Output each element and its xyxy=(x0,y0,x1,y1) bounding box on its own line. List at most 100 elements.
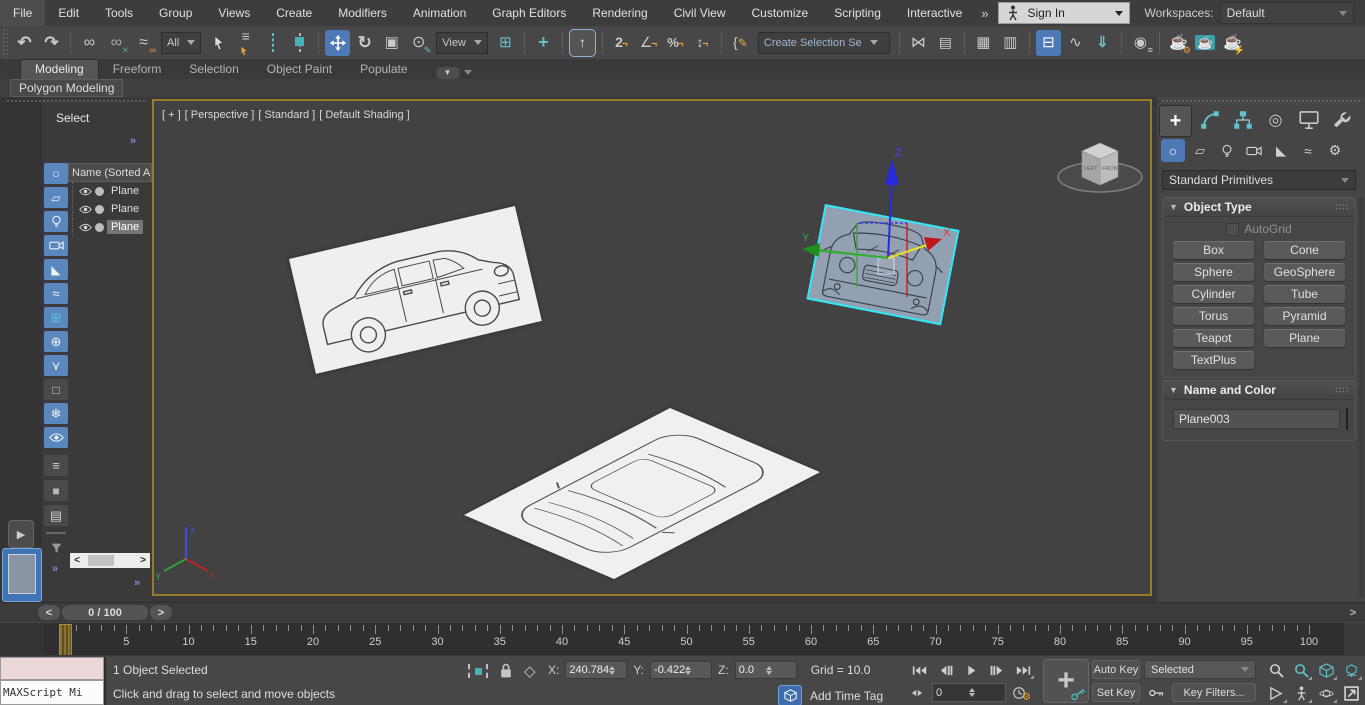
viewport-label-renderer[interactable]: [ Standard ] xyxy=(258,109,315,121)
z-coordinate-field[interactable]: 0.0 xyxy=(735,661,797,679)
next-frame-button[interactable]: > xyxy=(150,605,172,620)
sort-list-icon[interactable]: ≡ xyxy=(44,455,68,476)
create-sphere-button[interactable]: Sphere xyxy=(1173,263,1254,281)
select-place-icon[interactable]: ⊙✎ xyxy=(406,30,431,56)
select-manipulate-icon[interactable]: + xyxy=(531,30,556,56)
sign-in-button[interactable]: Sign In xyxy=(998,2,1130,24)
create-plane-button[interactable]: Plane xyxy=(1264,329,1345,347)
y-coordinate-field[interactable]: -0.422 xyxy=(650,661,712,679)
percent-snap-icon[interactable]: %¬ xyxy=(663,30,688,56)
eye-icon[interactable] xyxy=(79,205,92,214)
category-cameras[interactable] xyxy=(1242,139,1266,162)
ribbon-tab-populate[interactable]: Populate xyxy=(346,60,421,79)
explorer-scrollbar[interactable]: < > xyxy=(70,553,150,568)
explorer-row[interactable]: Plane xyxy=(72,218,152,236)
spinner-icon[interactable] xyxy=(969,685,1002,700)
object-name[interactable]: Plane xyxy=(107,220,143,234)
bind-spacewarp-icon[interactable]: ≈∞ xyxy=(131,30,156,56)
walk-through-icon[interactable] xyxy=(1289,682,1313,704)
mirror-icon[interactable]: ⋈ xyxy=(906,30,931,56)
selection-filter-dropdown[interactable]: All xyxy=(161,32,201,54)
key-filters-button[interactable]: Key Filters... xyxy=(1172,683,1256,702)
tab-motion[interactable]: ◎ xyxy=(1260,105,1291,135)
notes-icon[interactable]: ▤ xyxy=(44,505,68,526)
autogrid-checkbox[interactable] xyxy=(1226,223,1239,236)
panel-expand-chevron[interactable]: » xyxy=(130,135,135,147)
ribbon-tab-selection[interactable]: Selection xyxy=(175,60,252,79)
filter-spacewarps-icon[interactable]: ≈ xyxy=(44,283,68,304)
category-systems[interactable]: ⚙ xyxy=(1323,139,1347,162)
spinner-icon[interactable] xyxy=(609,663,623,678)
keyboard-override-icon[interactable]: ↑ xyxy=(569,29,596,57)
auto-key-button[interactable]: Auto Key xyxy=(1092,660,1140,679)
category-geometry[interactable]: ○ xyxy=(1161,139,1185,162)
filter-bones-icon[interactable]: ⋎ xyxy=(44,355,68,376)
category-shapes[interactable]: ▱ xyxy=(1188,139,1212,162)
orbit-icon[interactable] xyxy=(1314,682,1338,704)
named-sets-dropdown[interactable]: Create Selection Se xyxy=(758,32,890,54)
panel-grip[interactable] xyxy=(1161,99,1361,103)
menu-item-group[interactable]: Group xyxy=(146,0,205,26)
select-by-name-icon[interactable]: ≡ xyxy=(233,30,258,56)
perspective-viewport[interactable]: [ + ][ Perspective ][ Standard ][ Defaul… xyxy=(152,99,1152,596)
scroll-left-icon[interactable]: < xyxy=(70,555,84,566)
object-name-field[interactable] xyxy=(1173,409,1340,429)
panel-scrollbar[interactable] xyxy=(1359,197,1364,597)
menu-item-customize[interactable]: Customize xyxy=(739,0,822,26)
scene-explorer-icon[interactable]: ▦ xyxy=(971,30,996,56)
menu-item-scripting[interactable]: Scripting xyxy=(821,0,894,26)
create-teapot-button[interactable]: Teapot xyxy=(1173,329,1254,347)
menu-item-file[interactable]: File xyxy=(0,0,45,26)
macro-recorder-pane[interactable] xyxy=(0,657,104,680)
menu-item-modifiers[interactable]: Modifiers xyxy=(325,0,400,26)
material-editor-icon[interactable]: ◉≡ xyxy=(1128,30,1153,56)
viewport-label-pov[interactable]: [ + ] xyxy=(162,109,181,121)
panel-expand-chevron[interactable]: » xyxy=(52,563,57,575)
name-color-header[interactable]: ▼ Name and Color ∷∷ xyxy=(1163,381,1355,400)
menu-item-animation[interactable]: Animation xyxy=(400,0,479,26)
viewport-layout-tab[interactable] xyxy=(2,548,42,602)
angle-snap-icon[interactable]: ∠¬ xyxy=(636,30,661,56)
zoom-extents-all-icon[interactable] xyxy=(1339,659,1363,681)
curve-editor-icon[interactable]: ∿ xyxy=(1063,30,1088,56)
explorer-row[interactable]: Plane xyxy=(72,200,152,218)
workspace-dropdown[interactable]: Default xyxy=(1220,2,1354,24)
explorer-row[interactable]: Plane xyxy=(72,182,152,200)
menu-item-tools[interactable]: Tools xyxy=(92,0,146,26)
frame-range-display[interactable]: 0 / 100 xyxy=(62,605,148,620)
filter-xrefs-icon[interactable]: ⊕ xyxy=(44,331,68,352)
select-move-icon[interactable] xyxy=(325,30,350,56)
time-configuration-button[interactable]: ⚙ xyxy=(1012,686,1026,700)
view-cube[interactable]: LEFT FRONT xyxy=(1058,143,1142,192)
object-name[interactable]: Plane xyxy=(107,202,143,216)
align-icon[interactable]: ▤ xyxy=(933,30,958,56)
named-sets-edit-icon[interactable]: {✎ xyxy=(728,30,753,56)
unlink-selection-icon[interactable]: ∞⨯ xyxy=(104,30,129,56)
filter-lights-icon[interactable] xyxy=(44,211,68,232)
panel-expand-chevron[interactable]: » xyxy=(134,577,139,589)
render-production-icon[interactable]: ☕⚡ xyxy=(1220,30,1245,56)
spinner-icon[interactable] xyxy=(766,663,793,678)
set-key-button[interactable]: Set Key xyxy=(1092,683,1140,702)
filter-combo-icon[interactable] xyxy=(44,538,68,559)
rendered-frame-icon[interactable]: ☕ xyxy=(1193,30,1218,56)
create-cone-button[interactable]: Cone xyxy=(1264,241,1345,259)
timeline-ruler[interactable]: 0510152025303540455055606570758085909510… xyxy=(44,623,1344,656)
ribbon-tab-object-paint[interactable]: Object Paint xyxy=(253,60,346,79)
previous-frame-button[interactable]: < xyxy=(38,605,60,620)
select-link-icon[interactable]: ∞ xyxy=(77,30,102,56)
filter-containers-icon[interactable]: □ xyxy=(44,379,68,400)
spinner-snap-icon[interactable]: ↕¬ xyxy=(690,30,715,56)
listener-pane[interactable]: MAXScript Mi xyxy=(0,680,104,705)
use-pivot-center-icon[interactable]: ⊞ xyxy=(493,30,518,56)
scrollbar-thumb[interactable] xyxy=(88,555,114,566)
ribbon-minimize-icon[interactable]: ▼ xyxy=(436,67,460,79)
category-spacewarps[interactable]: ≈ xyxy=(1296,139,1320,162)
snap-toggle-icon[interactable]: 2¬ xyxy=(609,30,634,56)
select-rotate-icon[interactable]: ↻ xyxy=(352,30,377,56)
field-of-view-icon[interactable] xyxy=(1264,682,1288,704)
primitives-dropdown[interactable]: Standard Primitives xyxy=(1162,170,1356,190)
ribbon-tab-freeform[interactable]: Freeform xyxy=(99,60,176,79)
key-selection-dropdown[interactable]: Selected xyxy=(1144,660,1256,679)
menu-item-graph-editors[interactable]: Graph Editors xyxy=(479,0,579,26)
